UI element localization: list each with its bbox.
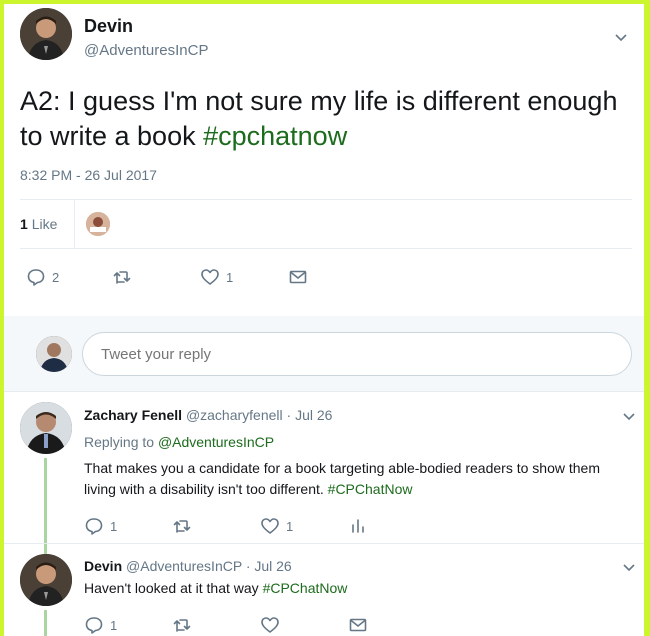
reply-author-avatar[interactable] (20, 554, 72, 606)
replying-to: Replying to @AdventuresInCP (84, 434, 275, 450)
reply-author-avatar-image (20, 402, 72, 454)
mention-link[interactable]: @AdventuresInCP (158, 434, 274, 450)
direct-message-button[interactable] (288, 266, 308, 288)
analytics-button[interactable] (348, 515, 368, 537)
reply-header: Devin @AdventuresInCP · Jul 26 (84, 558, 292, 574)
reply-button[interactable]: 1 (84, 515, 117, 537)
author-avatar[interactable] (20, 8, 72, 60)
reply-author-avatar-image (20, 554, 72, 606)
chevron-down-icon[interactable] (622, 409, 636, 423)
like-button[interactable]: 1 (260, 515, 293, 537)
like-count: 1 (286, 518, 294, 534)
liker-avatar-image (86, 212, 110, 236)
reply-tweet[interactable]: Zachary Fenell @zacharyfenell · Jul 26 R… (4, 392, 644, 544)
hashtag-link[interactable]: #cpchatnow (203, 121, 347, 151)
analytics-icon (352, 519, 364, 533)
hashtag-link[interactable]: #CPChatNow (328, 481, 413, 497)
dm-icon (349, 618, 367, 632)
author-handle[interactable]: @AdventuresInCP (84, 42, 208, 59)
tweet-text: A2: I guess I'm not sure my life is diff… (20, 84, 620, 154)
direct-message-button[interactable] (348, 614, 368, 636)
thread-line (44, 458, 47, 544)
author-name[interactable]: Devin (84, 16, 133, 37)
liker-avatar[interactable] (86, 212, 110, 236)
reply-icon (27, 269, 45, 286)
reply-text-body: Haven't looked at it that way (84, 580, 263, 596)
reply-text: Haven't looked at it that way #CPChatNow (84, 578, 624, 599)
reply-tweet[interactable]: Devin @AdventuresInCP · Jul 26 Haven't l… (4, 544, 644, 636)
reply-button[interactable]: 1 (84, 614, 117, 636)
reply-composer (4, 316, 644, 392)
like-count: 1 (226, 269, 234, 285)
retweet-button[interactable] (172, 515, 192, 537)
like-icon (201, 269, 219, 285)
chevron-down-icon[interactable] (614, 30, 628, 44)
divider (20, 248, 632, 249)
reply-author-handle[interactable]: @zacharyfenell (186, 407, 283, 423)
likes-row: 1 Like (20, 200, 632, 248)
retweet-button[interactable] (172, 614, 192, 636)
reply-icon (85, 617, 103, 634)
reply-author-name[interactable]: Zachary Fenell (84, 407, 182, 423)
dm-icon (289, 270, 307, 284)
reply-button[interactable]: 2 (26, 266, 59, 288)
tweet-actions: 2 1 (20, 266, 340, 288)
reply-count: 2 (52, 269, 60, 285)
chevron-down-icon[interactable] (622, 560, 636, 574)
reply-author-handle[interactable]: @AdventuresInCP (126, 558, 242, 574)
reply-input[interactable] (82, 332, 632, 376)
like-button[interactable]: 1 (200, 266, 233, 288)
reply-count: 1 (110, 518, 118, 534)
retweet-icon (173, 619, 191, 632)
avatar-image (20, 8, 72, 60)
current-user-avatar-image (36, 336, 72, 372)
like-icon (261, 617, 279, 633)
retweet-icon (173, 520, 191, 533)
like-button[interactable] (260, 614, 280, 636)
tweet-frame: Devin @AdventuresInCP A2: I guess I'm no… (0, 0, 650, 636)
thread-line (44, 544, 47, 554)
reply-date[interactable]: · Jul 26 (246, 558, 292, 574)
reply-icon (85, 518, 103, 535)
thread-line (44, 610, 47, 636)
reply-text: That makes you a candidate for a book ta… (84, 458, 624, 500)
reply-author-avatar[interactable] (20, 402, 72, 454)
reply-actions: 1 1 (84, 515, 384, 537)
reply-author-name[interactable]: Devin (84, 558, 122, 574)
retweet-icon (113, 271, 131, 284)
main-tweet: Devin @AdventuresInCP A2: I guess I'm no… (4, 4, 644, 316)
likes-divider (74, 200, 75, 248)
tweet-timestamp[interactable]: 8:32 PM - 26 Jul 2017 (20, 167, 157, 183)
reply-actions: 1 (84, 614, 384, 636)
current-user-avatar[interactable] (36, 336, 72, 372)
retweet-button[interactable] (112, 266, 132, 288)
hashtag-link[interactable]: #CPChatNow (263, 580, 348, 596)
reply-count: 1 (110, 617, 118, 633)
like-icon (261, 518, 279, 534)
reply-header: Zachary Fenell @zacharyfenell · Jul 26 (84, 407, 332, 423)
reply-date[interactable]: · Jul 26 (287, 407, 333, 423)
likes-count[interactable]: 1 Like (20, 216, 57, 232)
